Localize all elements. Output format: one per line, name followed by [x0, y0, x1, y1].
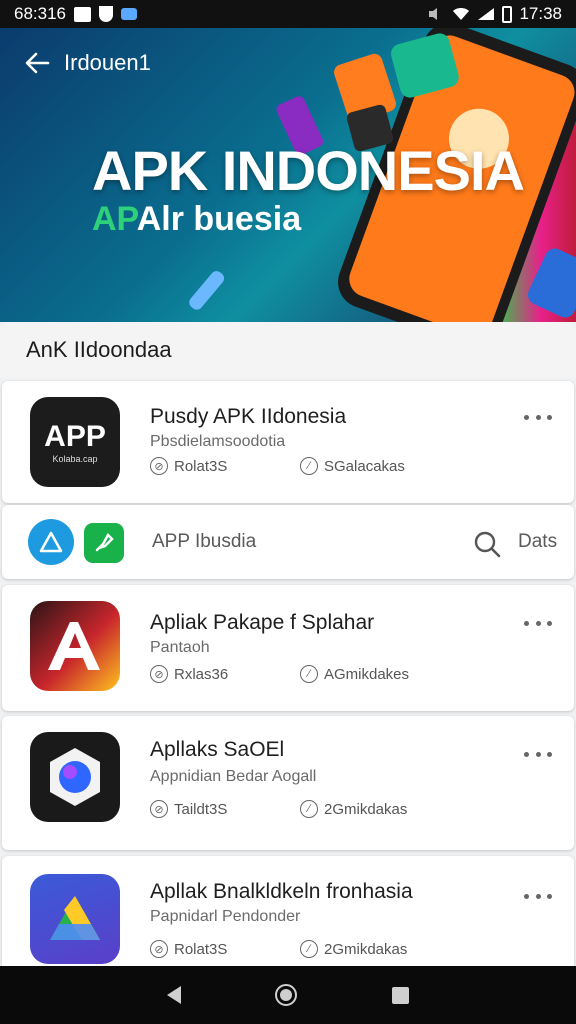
- search-strip[interactable]: APP Ibusdia Dats: [2, 505, 574, 579]
- app-title: Apllak Bnalkldkeln fronhasia: [150, 880, 413, 903]
- app-icon-hexagon: [30, 732, 120, 822]
- signal-icon: [478, 8, 495, 20]
- pin-app-icon[interactable]: [84, 523, 124, 563]
- app-rating: ⊘ Rolat3S: [150, 940, 227, 958]
- gallery-icon: [74, 6, 91, 22]
- section-title: AnK IIdoondaa: [0, 322, 576, 378]
- app-subtitle: Appnidian Bedar Aogall: [150, 768, 317, 785]
- app-downloads: ∕ SGalacakas: [300, 457, 405, 475]
- app-downloads: ∕ 2Gmikdakas: [300, 800, 407, 818]
- clock-left: 68:316: [14, 4, 66, 23]
- hero-banner: Irdouen1 APK INDONESIA APAlr buesia: [0, 28, 576, 322]
- nav-recents-icon[interactable]: [391, 986, 409, 1004]
- app-title: Apliak Pakape f Splahar: [150, 611, 375, 634]
- clock-icon: ⊘: [150, 800, 168, 818]
- more-options-button[interactable]: [524, 886, 552, 906]
- clock-right: 17:38: [519, 4, 562, 23]
- hero-subtitle-text: Alr buesia: [136, 200, 302, 238]
- mute-icon: [429, 8, 438, 20]
- download-icon: ∕: [300, 940, 318, 958]
- battery-icon: [502, 5, 513, 23]
- hero-subtitle-accent: AP: [92, 200, 137, 238]
- toolbar-title: Irdouen1: [64, 50, 151, 75]
- more-options-button[interactable]: [524, 407, 552, 427]
- clock-icon: ⊘: [150, 665, 168, 683]
- hero-title: APK INDONESIA: [92, 139, 525, 202]
- clock-icon: ⊘: [150, 457, 168, 475]
- download-icon: ∕: [300, 800, 318, 818]
- app-downloads: ∕ 2Gmikdakas: [300, 940, 407, 958]
- app-icon-sublabel: Kolaba.cap: [52, 454, 98, 464]
- nav-back-icon[interactable]: [167, 986, 182, 1004]
- shield-icon: [99, 6, 113, 22]
- app-card-1[interactable]: APP Kolaba.cap Pusdy APK IIdonesia Pbsdi…: [2, 381, 574, 503]
- wifi-icon: [453, 8, 470, 20]
- app-icon-a: [30, 601, 120, 691]
- app-card-4[interactable]: Apllak Bnalkldkeln fronhasia Papnidarl P…: [2, 856, 574, 966]
- search-strip-text: APP Ibusdia: [152, 531, 257, 552]
- app-icon-drive: [30, 874, 120, 964]
- hero-subtitle: APAlr buesia: [92, 200, 301, 239]
- app-card-2[interactable]: Apliak Pakape f Splahar Pantaoh ⊘ Rxlas36…: [2, 585, 574, 711]
- app-rating: ⊘ Rxlas36: [150, 665, 228, 683]
- status-bar: 68:316 17:38: [0, 0, 576, 28]
- system-nav-bar: [0, 966, 576, 1024]
- more-options-button[interactable]: [524, 613, 552, 633]
- triangle-app-icon[interactable]: [28, 519, 74, 565]
- more-options-button[interactable]: [524, 744, 552, 764]
- details-link[interactable]: Dats: [518, 531, 557, 553]
- back-button[interactable]: [20, 46, 54, 80]
- arrow-left-icon: [25, 52, 50, 74]
- app-title: Pusdy APK IIdonesia: [150, 405, 347, 428]
- app-downloads: ∕ AGmikdakes: [300, 665, 409, 683]
- clock-icon: ⊘: [150, 940, 168, 958]
- app-subtitle: Pbsdielamsoodotia: [150, 433, 286, 450]
- app-title: Apllaks SaOEl: [150, 738, 285, 761]
- chat-icon: [121, 8, 137, 20]
- app-subtitle: Papnidarl Pendonder: [150, 908, 301, 925]
- search-icon[interactable]: [472, 529, 502, 559]
- app-rating: ⊘ Taildt3S: [150, 800, 227, 818]
- nav-home-icon[interactable]: [275, 984, 298, 1006]
- download-icon: ∕: [300, 457, 318, 475]
- app-icon-label: APP: [44, 420, 106, 453]
- app-rating: ⊘ Rolat3S: [150, 457, 227, 475]
- app-icon-apk: APP Kolaba.cap: [30, 397, 120, 487]
- download-icon: ∕: [300, 665, 318, 683]
- app-card-3[interactable]: Apllaks SaOEl Appnidian Bedar Aogall ⊘ Ta…: [2, 716, 574, 850]
- app-subtitle: Pantaoh: [150, 639, 210, 656]
